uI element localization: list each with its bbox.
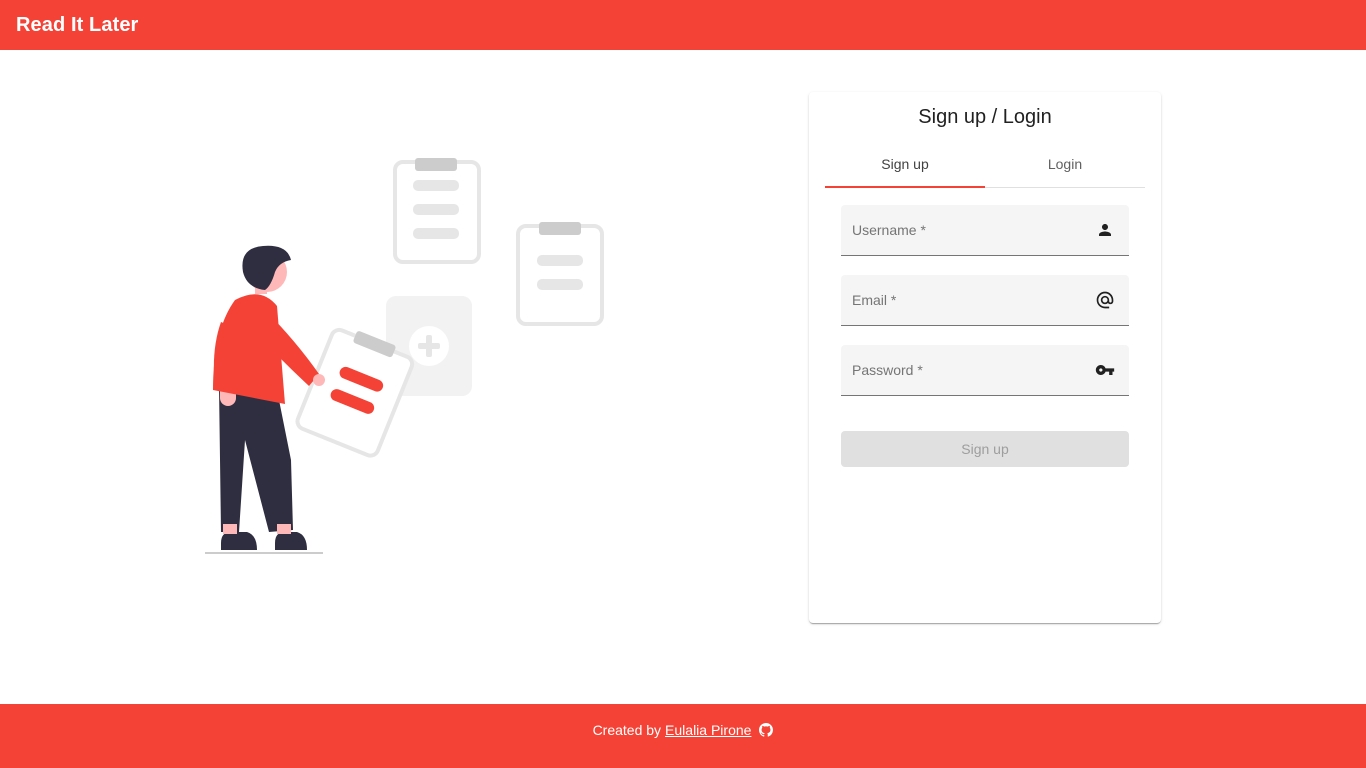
tab-label: Sign up bbox=[881, 155, 929, 172]
at-sign-icon bbox=[1095, 290, 1115, 310]
auth-tabs: Sign up Login bbox=[825, 140, 1145, 188]
author-link[interactable]: Eulalia Pirone bbox=[665, 722, 751, 738]
app-title: Read It Later bbox=[16, 13, 139, 36]
app-bar: Read It Later bbox=[0, 0, 1366, 50]
footer: Created by Eulalia Pirone bbox=[0, 704, 1366, 768]
clipboard-icon bbox=[516, 222, 604, 326]
footer-credit: Created by Eulalia Pirone bbox=[593, 721, 774, 739]
person-with-clipboards-illustration bbox=[205, 158, 604, 554]
password-input[interactable] bbox=[852, 365, 1082, 389]
card-title: Sign up / Login bbox=[918, 106, 1052, 128]
tab-label: Login bbox=[1047, 155, 1083, 172]
tab-login[interactable]: Login bbox=[985, 140, 1145, 187]
email-field[interactable]: Email * bbox=[841, 275, 1129, 326]
footer-prefix: Created by bbox=[592, 722, 662, 738]
clipboard-icon bbox=[393, 158, 481, 264]
password-field[interactable]: Password * bbox=[841, 345, 1129, 396]
key-icon bbox=[1095, 360, 1115, 380]
hero-illustration bbox=[195, 150, 615, 560]
github-icon[interactable] bbox=[759, 723, 774, 737]
email-input[interactable] bbox=[852, 295, 1082, 319]
username-input[interactable] bbox=[852, 225, 1082, 249]
username-field[interactable]: Username * bbox=[841, 205, 1129, 256]
sign-up-button[interactable]: Sign up bbox=[841, 431, 1129, 467]
tab-sign-up[interactable]: Sign up bbox=[825, 140, 985, 188]
auth-card: Sign up / Login Sign up Login Username *… bbox=[809, 92, 1161, 623]
person-icon bbox=[1095, 220, 1115, 240]
